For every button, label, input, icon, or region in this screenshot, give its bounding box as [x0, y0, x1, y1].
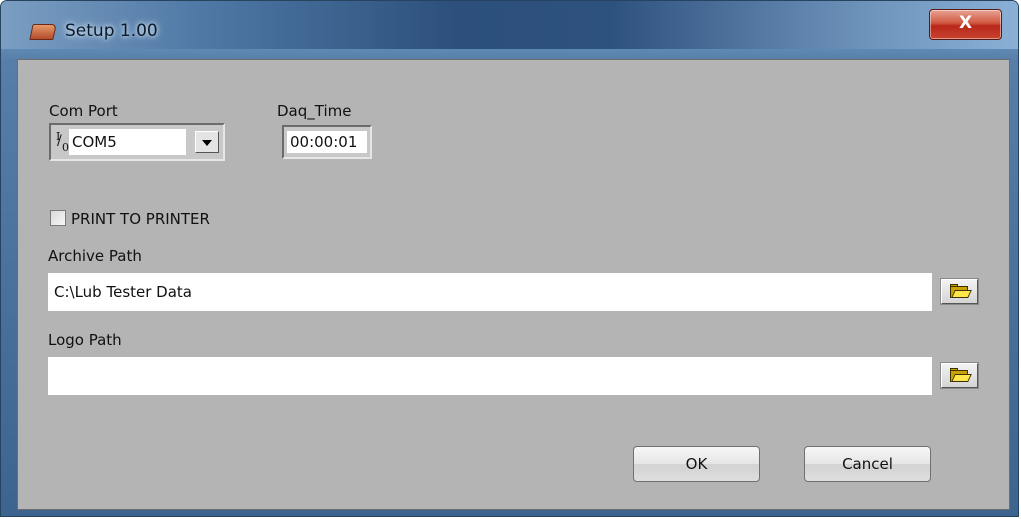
logo-path-input[interactable]	[48, 357, 932, 395]
daq-time-value[interactable]: 00:00:01	[287, 131, 367, 153]
folder-open-icon	[950, 284, 972, 299]
logo-path-label: Logo Path	[48, 331, 122, 349]
logo-browse-button[interactable]	[941, 363, 978, 388]
archive-path-input[interactable]: C:\Lub Tester Data	[48, 273, 932, 311]
archive-path-label: Archive Path	[48, 247, 142, 265]
title-bar[interactable]: Setup 1.00 X	[1, 1, 1018, 49]
daq-time-label: Daq_Time	[277, 102, 352, 120]
io-icon: I / 0	[56, 130, 69, 154]
daq-time-input[interactable]: 00:00:01	[282, 125, 372, 159]
window-title: Setup 1.00	[65, 21, 158, 41]
com-port-label: Com Port	[49, 102, 118, 120]
print-to-printer-checkbox[interactable]	[50, 210, 66, 226]
com-port-value[interactable]: COM5	[69, 129, 186, 155]
dialog-panel: Com Port I / 0 COM5 Daq_Time 00:00:01 PR…	[17, 59, 1010, 510]
app-icon	[29, 24, 57, 40]
com-port-select[interactable]: I / 0 COM5	[49, 123, 225, 161]
dropdown-arrow-icon[interactable]	[195, 131, 219, 153]
cancel-button[interactable]: Cancel	[804, 446, 931, 482]
setup-dialog: Setup 1.00 X Com Port I / 0 COM5 Daq_Tim…	[0, 0, 1019, 517]
ok-button[interactable]: OK	[633, 446, 760, 482]
close-button[interactable]: X	[929, 9, 1002, 40]
folder-open-icon	[950, 368, 972, 383]
archive-browse-button[interactable]	[941, 279, 978, 304]
print-to-printer-label[interactable]: PRINT TO PRINTER	[71, 210, 210, 228]
